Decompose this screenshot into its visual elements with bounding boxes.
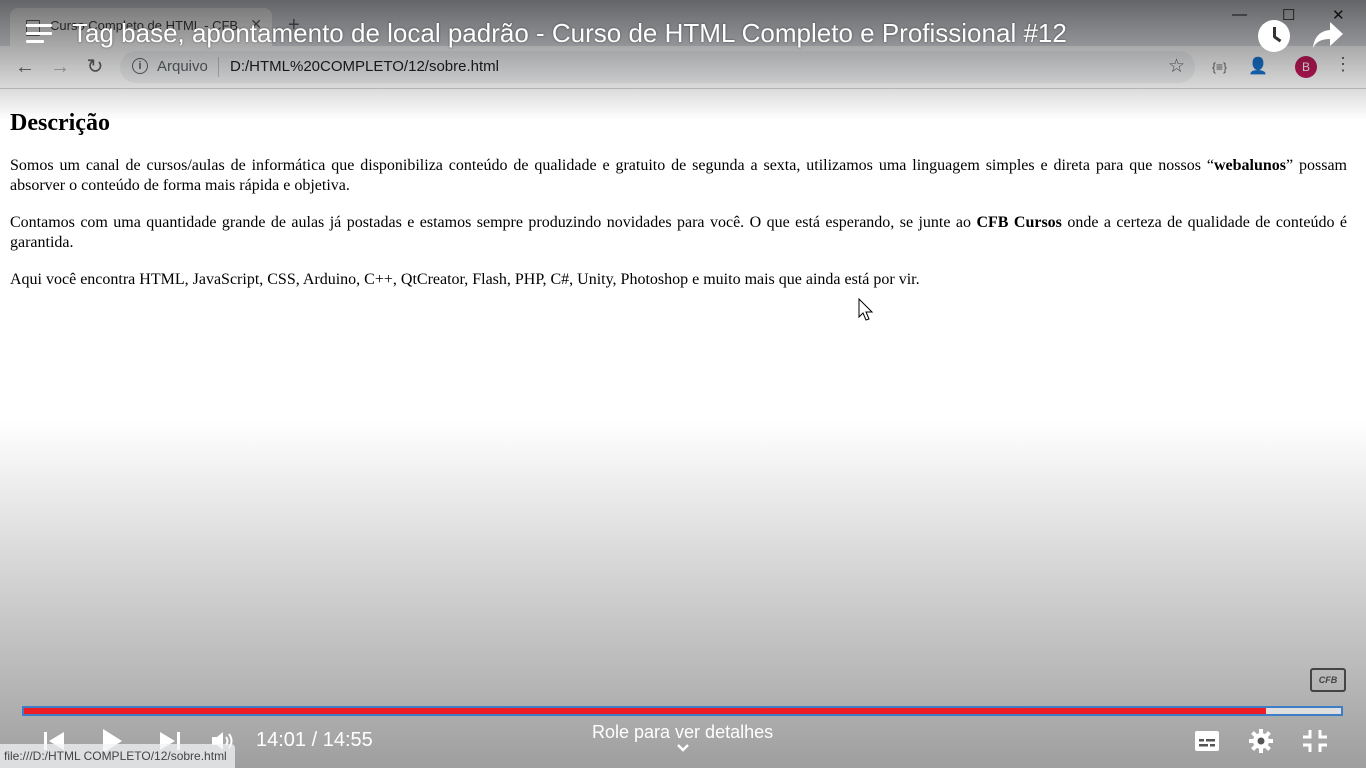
reload-button[interactable]: ↻: [82, 54, 108, 80]
address-bar[interactable]: i Arquivo D:/HTML%20COMPLETO/12/sobre.ht…: [120, 51, 1195, 83]
browser-menu-icon[interactable]: ⋮: [1334, 54, 1352, 75]
page-content: Descrição Somos um canal de cursos/aulas…: [10, 88, 1347, 307]
playlist-icon[interactable]: [26, 24, 52, 48]
profile-avatar[interactable]: B: [1295, 56, 1317, 78]
minimize-window-button[interactable]: —: [1232, 6, 1247, 23]
mouse-cursor-icon: [858, 298, 874, 321]
extension-icon[interactable]: {≡}: [1212, 60, 1227, 74]
back-button[interactable]: ←: [12, 54, 38, 80]
bookmark-star-icon[interactable]: ☆: [1168, 55, 1185, 78]
person-extension-icon[interactable]: 👤: [1248, 56, 1268, 76]
subtitles-icon[interactable]: [1194, 730, 1220, 752]
browser-status-url: file:///D:/HTML COMPLETO/12/sobre.html: [0, 744, 235, 768]
address-scheme-label: Arquivo: [157, 58, 208, 75]
video-time: 14:01 / 14:55: [256, 729, 373, 751]
paragraph-about: Somos um canal de cursos/aulas de inform…: [10, 156, 1347, 196]
paragraph-topics: Aqui você encontra HTML, JavaScript, CSS…: [10, 271, 920, 288]
paragraph-about-text-start: Somos um canal de cursos/aulas de inform…: [10, 157, 1214, 174]
exit-fullscreen-icon[interactable]: [1302, 729, 1328, 753]
watch-later-icon[interactable]: [1258, 20, 1290, 52]
share-icon[interactable]: [1312, 20, 1344, 50]
paragraph-about-bold: webalunos: [1213, 157, 1286, 174]
address-divider: [218, 57, 219, 77]
video-title[interactable]: Tag base, apontamento de local padrão - …: [72, 18, 1067, 49]
browser-toolbar: ← → ↻ i Arquivo D:/HTML%20COMPLETO/12/so…: [0, 46, 1366, 89]
scroll-hint-text[interactable]: Role para ver detalhes: [592, 722, 773, 743]
page-heading: Descrição: [10, 110, 110, 136]
paragraph-lessons: Contamos com uma quantidade grande de au…: [10, 213, 1347, 253]
channel-watermark[interactable]: CFB: [1310, 668, 1346, 692]
video-progress-bar[interactable]: [22, 706, 1343, 716]
chevron-down-icon[interactable]: [676, 743, 690, 753]
maximize-window-button[interactable]: ☐: [1282, 6, 1295, 24]
video-progress-fill: [24, 708, 1266, 714]
info-icon[interactable]: i: [132, 58, 148, 74]
paragraph-lessons-text-start: Contamos com uma quantidade grande de au…: [10, 214, 977, 231]
paragraph-lessons-bold: CFB Cursos: [976, 214, 1062, 231]
address-url[interactable]: D:/HTML%20COMPLETO/12/sobre.html: [230, 58, 499, 75]
forward-button[interactable]: →: [47, 54, 73, 80]
settings-gear-icon[interactable]: [1248, 728, 1274, 754]
